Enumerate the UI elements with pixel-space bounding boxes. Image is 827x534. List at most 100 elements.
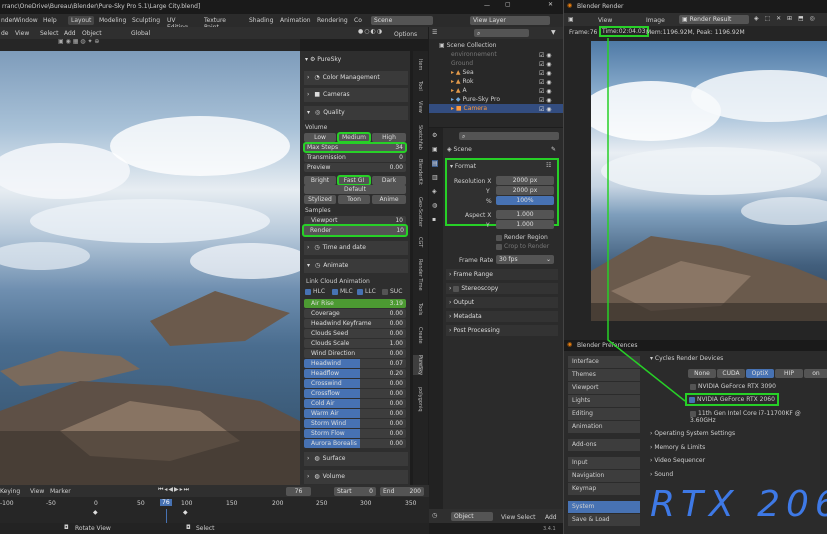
frame-range-panel[interactable]: › Frame Range [446, 269, 558, 280]
render-tab-icon[interactable]: ▣ [432, 146, 438, 153]
tab-geo-scatter[interactable]: Geo-Scatter [413, 197, 423, 227]
nav-themes[interactable]: Themes [568, 369, 640, 381]
tab-sculpting[interactable]: Sculpting [132, 17, 160, 24]
stylized-button[interactable]: Stylized [304, 195, 336, 204]
resolution-percent-field[interactable]: 100% [496, 196, 554, 205]
hlc-checkbox[interactable]: HLC [305, 288, 325, 295]
end-frame-field[interactable]: End 200 [380, 487, 424, 496]
volume-medium-button[interactable]: Medium [337, 132, 371, 143]
render-image[interactable] [591, 41, 827, 321]
editor-type-icon[interactable]: ▣ [568, 16, 574, 23]
playhead[interactable]: 76 [160, 499, 172, 506]
storm-wind-field[interactable]: Storm Wind 0.00 [304, 419, 406, 428]
aspect-x-field[interactable]: 1.000 [496, 210, 554, 219]
tab-render-time[interactable]: Render Time [413, 259, 423, 291]
tab-shading[interactable]: Shading [249, 17, 273, 24]
tab-puresky[interactable]: PureSky [413, 355, 423, 375]
format-header[interactable]: ▾ Format [450, 163, 476, 170]
viewport-samples-field[interactable]: Viewport 10 [304, 216, 406, 225]
clouds-seed-field[interactable]: Clouds Seed 0.00 [304, 329, 406, 338]
3d-viewport[interactable] [0, 51, 300, 485]
visibility-toggles[interactable]: ☑ ◉ ☑ ◉ ☑ ◉ ☑ ◉ ☑ ◉ ☑ ◉ ☑ ◉ [539, 51, 552, 114]
wind-direction-field[interactable]: Wind Direction 0.00 [304, 349, 406, 358]
shading-icons[interactable]: ●○◐◑ [358, 28, 383, 35]
minimize-icon[interactable]: — [484, 2, 490, 9]
dark-button[interactable]: Dark [372, 176, 406, 185]
headflow-field[interactable]: Headflow 0.20 [304, 369, 406, 378]
metadata-panel[interactable]: › Metadata [446, 311, 558, 322]
tab-rendering[interactable]: Rendering [317, 17, 348, 24]
presets-icon[interactable]: ☷ [546, 162, 551, 169]
section-time-date[interactable]: › ◷ Time and date [304, 241, 408, 255]
nav-interface[interactable]: Interface [568, 356, 640, 368]
footer-select-menu[interactable]: Select [517, 514, 536, 521]
nav-input[interactable]: Input [568, 457, 640, 469]
scene-tab-icon[interactable]: ◈ [432, 188, 437, 195]
object-menu[interactable]: Object [82, 30, 102, 37]
transmission-field[interactable]: Transmission 0 [304, 153, 406, 162]
world-tab-icon[interactable]: ◍ [432, 202, 437, 209]
memory-limits-header[interactable]: › Memory & Limits [650, 444, 705, 451]
warm-air-field[interactable]: Warm Air 0.00 [304, 409, 406, 418]
nav-navigation[interactable]: Navigation [568, 470, 640, 482]
preview-field[interactable]: Preview 0.00 [304, 163, 406, 172]
menu-window[interactable]: Window [14, 17, 38, 24]
device-rtx-2060[interactable]: NVIDIA GeForce RTX 2060 [685, 393, 779, 406]
tab-tools[interactable]: Tools [413, 303, 423, 315]
marker-menu[interactable]: Marker [50, 488, 71, 495]
coverage-field[interactable]: Coverage 0.00 [304, 309, 406, 318]
properties-search[interactable]: ⌕ [459, 132, 559, 140]
tab-view[interactable]: View [413, 101, 423, 113]
render-samples-field[interactable]: Render 10 [302, 224, 408, 237]
crossflow-field[interactable]: Crossflow 0.00 [304, 389, 406, 398]
render-region-checkbox[interactable]: Render Region [496, 234, 548, 241]
section-quality[interactable]: ▾ ◎ Quality [304, 106, 408, 120]
nav-viewport[interactable]: Viewport [568, 382, 640, 394]
view-layer-selector[interactable]: View Layer [470, 16, 550, 25]
tab-animation[interactable]: Animation [280, 17, 311, 24]
menu-help[interactable]: Help [43, 17, 57, 24]
playback-controls[interactable]: ⏮◂◀▶▸⏭ [158, 486, 190, 494]
headwind-field[interactable]: Headwind 0.07 [304, 359, 406, 368]
keyframe-icon[interactable]: ◆ [183, 509, 188, 516]
crop-checkbox[interactable]: Crop to Render [496, 243, 549, 250]
tab-sketchfab[interactable]: Sketchfab [413, 125, 423, 150]
tab-layout[interactable]: Layout [68, 16, 95, 25]
view-menu[interactable]: View [15, 30, 29, 37]
tree-item-scene-collection[interactable]: ▣ Scene Collection [429, 41, 563, 50]
scene-selector[interactable]: Scene [371, 16, 433, 25]
nav-system[interactable]: System [568, 501, 640, 513]
device-tab-cuda[interactable]: CUDA [717, 369, 745, 378]
post-processing-panel[interactable]: › Post Processing [446, 325, 558, 336]
footer-view-menu[interactable]: View [501, 514, 515, 521]
nav-keymap[interactable]: Keymap [568, 483, 640, 495]
add-menu[interactable]: Add [64, 30, 76, 37]
tab-polygoniq[interactable]: polygoniq [413, 387, 423, 412]
cold-air-field[interactable]: Cold Air 0.00 [304, 399, 406, 408]
frame-rate-dropdown[interactable]: 30 fps ⌄ [496, 255, 554, 264]
render-view-menu[interactable]: View [598, 17, 612, 24]
device-tab-optix[interactable]: OptiX [746, 369, 774, 378]
orientation-dropdown[interactable]: Global [131, 30, 150, 37]
overlay-icons[interactable]: ▣ ◉ ▦ ◍ ✦ ⊕ [58, 38, 99, 45]
select-menu[interactable]: Select [40, 30, 59, 37]
keying-menu[interactable]: Keying [0, 488, 20, 495]
stereoscopy-panel[interactable]: › Stereoscopy [446, 283, 558, 294]
device-rtx-3090[interactable]: NVIDIA GeForce RTX 3090 [690, 383, 776, 390]
keyframe-icon[interactable]: ◆ [93, 509, 98, 516]
editor-type-icon[interactable]: ◷ [432, 512, 437, 519]
menu-file[interactable]: nder [1, 17, 15, 24]
sound-header[interactable]: › Sound [650, 471, 673, 478]
mlc-checkbox[interactable]: MLC [332, 288, 353, 295]
mode-dropdown[interactable]: Object [451, 512, 493, 521]
pin-icon[interactable]: ✎ [551, 146, 556, 153]
resolution-y-field[interactable]: 2000 px [496, 186, 554, 195]
start-frame-field[interactable]: Start 0 [334, 487, 376, 496]
anime-button[interactable]: Anime [372, 195, 406, 204]
options-dropdown[interactable]: Options [394, 31, 417, 38]
nav-add-ons[interactable]: Add-ons [568, 439, 640, 451]
nav-lights[interactable]: Lights [568, 395, 640, 407]
volume-high-button[interactable]: High [372, 133, 406, 142]
max-steps-field[interactable]: Max Steps 34 [303, 142, 407, 153]
nav-editing[interactable]: Editing [568, 408, 640, 420]
